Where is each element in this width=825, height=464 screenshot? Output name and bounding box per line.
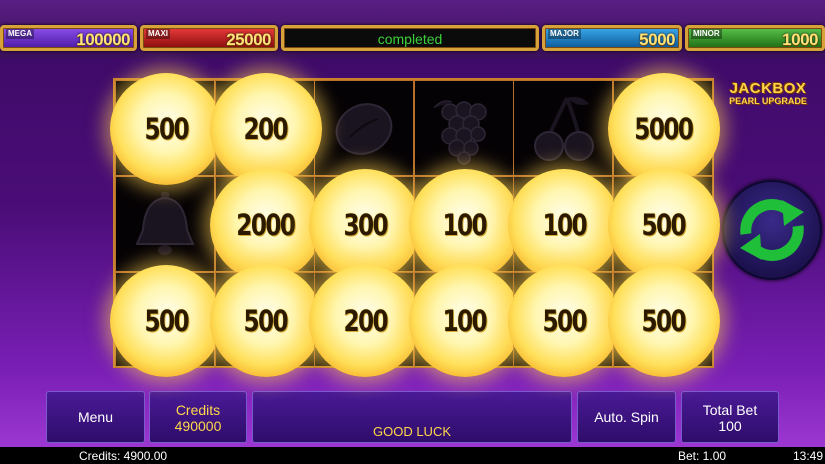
jackpot-major-value: 5000 xyxy=(639,30,675,49)
reel-cell: 100 xyxy=(508,169,620,281)
credits-value: 490000 xyxy=(174,418,222,434)
refresh-arrows-icon xyxy=(740,199,804,261)
jackpot-mega-value: 100000 xyxy=(76,30,130,49)
jackpot-minor-value: 1000 xyxy=(782,30,818,49)
jackpot-mega: MEGA 100000 xyxy=(0,25,137,51)
pearl-value: 100 xyxy=(542,208,587,242)
auto-spin-button[interactable]: Auto. Spin xyxy=(577,391,676,443)
cherries-icon xyxy=(514,81,612,175)
pearl-value: 500 xyxy=(243,304,289,338)
reel-cell: 300 xyxy=(309,169,421,281)
auto-spin-label: Auto. Spin xyxy=(594,409,659,425)
plum-icon xyxy=(315,81,413,175)
reel-cell: 2000 xyxy=(209,169,322,281)
pearl-value: 5000 xyxy=(634,112,694,146)
status-bet: Bet: 1.00 xyxy=(678,449,727,463)
pearl-icon: 100 xyxy=(408,265,521,377)
pearl-icon: 500 xyxy=(110,265,222,377)
reel-cell: 500 xyxy=(607,265,720,377)
message-display: GOOD LUCK xyxy=(252,391,572,443)
jackpot-mega-label: MEGA xyxy=(6,29,34,39)
reel-cell: 500 xyxy=(209,265,322,377)
pearl-value: 500 xyxy=(144,112,189,146)
menu-button[interactable]: Menu xyxy=(46,391,145,443)
reel-cell: 500 xyxy=(607,169,720,281)
status-time: 13:49 xyxy=(792,449,823,463)
logo-subtitle: PEARL UPGRADE xyxy=(729,96,807,106)
reel-cell xyxy=(513,80,613,176)
game-logo: JACKBOX PEARL UPGRADE xyxy=(716,80,820,106)
jackpot-maxi-label: MAXI xyxy=(146,29,170,39)
reel-cell xyxy=(115,176,215,272)
reel-cell: 200 xyxy=(309,265,421,377)
reel-cell: 100 xyxy=(408,265,521,377)
jackpot-status-text: completed xyxy=(377,31,443,47)
total-bet-value: 100 xyxy=(718,418,742,434)
jackpot-minor-label: MINOR xyxy=(691,29,722,39)
jackpot-status-display: completed xyxy=(281,25,539,51)
pearl-icon: 500 xyxy=(508,265,620,377)
jackpot-bar: MEGA 100000 MAXI 25000 completed MAJOR 5… xyxy=(0,0,825,58)
pearl-value: 500 xyxy=(542,304,587,338)
jackpot-minor: MINOR 1000 xyxy=(685,25,825,51)
reel-grid: 500 200 5000 2000 300 100 100 500 500 500 200 100 50… xyxy=(110,73,720,377)
total-bet-label: Total Bet xyxy=(702,402,758,418)
reel-cell: 100 xyxy=(408,169,521,281)
reel-cell: 500 xyxy=(110,73,222,185)
status-bar: Credits: 4900.00 Bet: 1.00 13:49 xyxy=(0,447,825,464)
jackpot-maxi: MAXI 25000 xyxy=(140,25,278,51)
jackpot-major: MAJOR 5000 xyxy=(542,25,682,51)
pearl-value: 500 xyxy=(641,208,687,242)
jackpot-major-label: MAJOR xyxy=(548,29,581,39)
bell-icon xyxy=(116,177,214,271)
pearl-value: 200 xyxy=(243,112,289,146)
grapes-icon xyxy=(415,81,513,175)
pearl-value: 200 xyxy=(343,304,388,338)
menu-button-label: Menu xyxy=(77,409,114,425)
pearl-value: 300 xyxy=(343,208,388,242)
reel-cell xyxy=(314,80,414,176)
pearl-value: 500 xyxy=(641,304,687,338)
logo-title: JACKBOX xyxy=(729,80,807,97)
total-bet-button[interactable]: Total Bet 100 xyxy=(681,391,779,443)
pearl-value: 500 xyxy=(144,304,189,338)
pearl-icon: 500 xyxy=(607,265,720,377)
credits-label: Credits xyxy=(175,402,221,418)
pearl-icon: 500 xyxy=(209,265,322,377)
reel-cell: 500 xyxy=(508,265,620,377)
jackpot-maxi-value: 25000 xyxy=(226,30,271,49)
message-text: GOOD LUCK xyxy=(372,424,451,439)
pearl-value: 100 xyxy=(442,304,488,338)
spin-button[interactable] xyxy=(722,180,822,280)
pearl-icon: 200 xyxy=(309,265,421,377)
reel-cell: 5000 xyxy=(607,73,720,185)
pearl-value: 100 xyxy=(442,208,488,242)
pearl-icon: 500 xyxy=(110,73,222,185)
pearl-value: 2000 xyxy=(236,208,296,242)
credits-display: Credits 490000 xyxy=(149,391,247,443)
reel-cell: 200 xyxy=(209,73,322,185)
reel-cell: 500 xyxy=(110,265,222,377)
reel-cell xyxy=(413,80,514,176)
status-credits: Credits: 4900.00 xyxy=(79,449,168,463)
